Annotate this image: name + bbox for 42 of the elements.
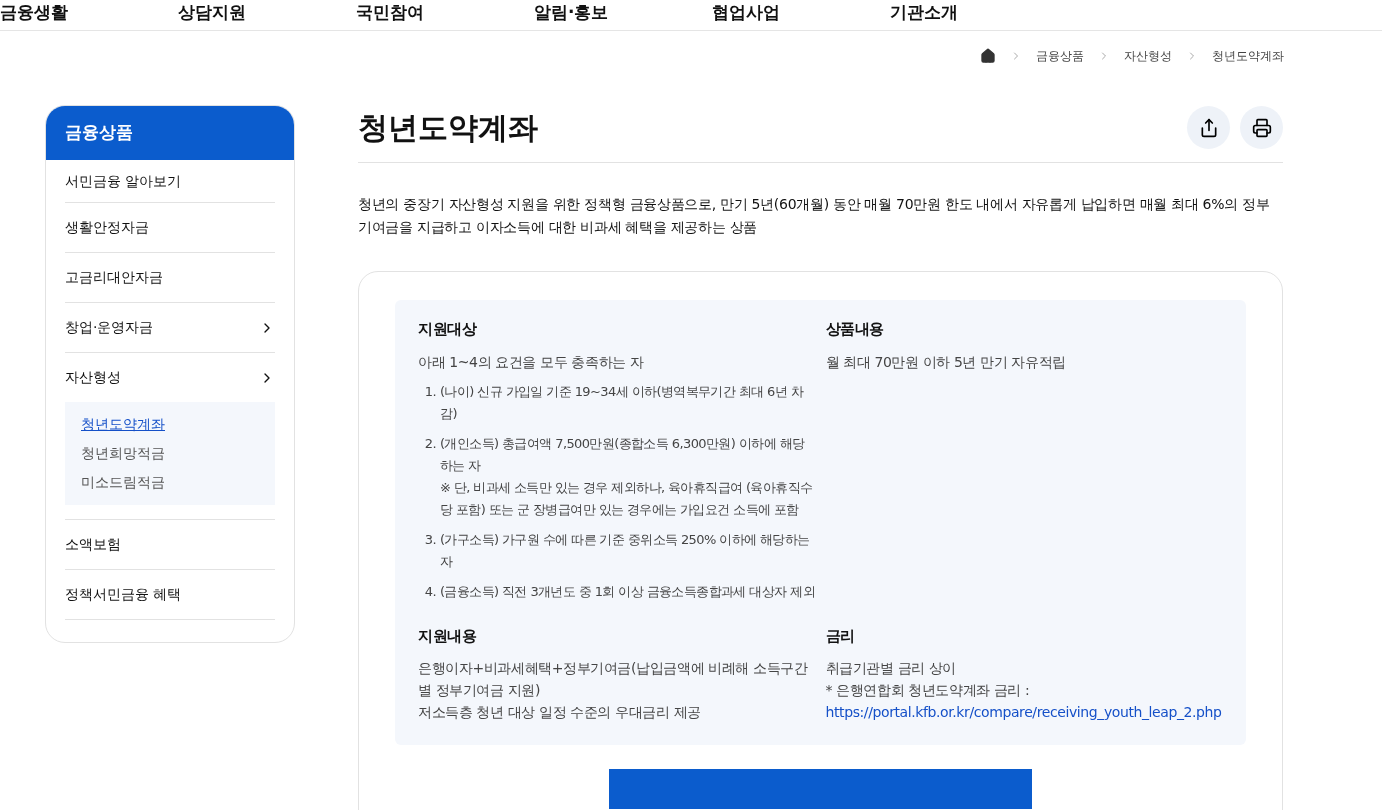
- list-text: (금융소득) 직전 3개년도 중 1회 이상 금융소득종합과세 대상자 제외: [440, 582, 815, 601]
- sidebar-item[interactable]: 정책서민금융 혜택: [65, 570, 275, 619]
- list-note: ※ 단, 비과세 소득만 있는 경우 제외하나, 육아휴직급여 (육아휴직수당 포함) 또는 군 장병급여만 있는 경우에는 가입요건 소득에 포함: [440, 478, 814, 519]
- list-text: (개인소득) 총급여액 7,500만원(종합소득 6,300만원) 이하에 해당하는 자: [440, 434, 806, 475]
- sidebar-item[interactable]: 창업·운영자금: [65, 303, 275, 352]
- section-heading: 상품내용: [825, 319, 885, 340]
- breadcrumb-link[interactable]: 금융상품: [1036, 47, 1084, 65]
- page-title: 청년도약계좌: [358, 109, 538, 147]
- nav-item[interactable]: 기관소개: [890, 1, 1068, 23]
- submenu-item[interactable]: 미소드림적금: [81, 468, 259, 497]
- section-text: * 은행연합회 청년도약계좌 금리 : https://portal.kfb.or.kr/compare/receiving_youth_leap_2.php: [825, 679, 1223, 723]
- sidebar-title: 금융상품: [46, 106, 294, 160]
- list-number: 4.: [423, 582, 436, 601]
- list-number: 1.: [423, 382, 436, 401]
- list-number: 3.: [423, 530, 436, 549]
- nav-item[interactable]: 알림·홍보: [534, 1, 712, 23]
- section-heading: 지원대상: [418, 319, 478, 340]
- nav-item[interactable]: 금융생활: [0, 1, 178, 23]
- section-text: 저소득층 청년 대상 일정 수준의 우대금리 제공: [418, 703, 702, 722]
- list-text: (나이) 신규 가입일 기준 19~34세 이하(병역복무기간 최대 6년 차감): [440, 382, 805, 423]
- rate-link[interactable]: https://portal.kfb.or.kr/compare/receiving_youth_leap_2.php: [825, 701, 1223, 723]
- section-heading: 금리: [825, 625, 856, 647]
- list-text: (가구소득) 가구원 수에 따른 기준 중위소득 250% 이하에 해당하는 자: [440, 530, 811, 571]
- nav-item[interactable]: 상담지원: [178, 1, 356, 23]
- sidebar-item[interactable]: 소액보험: [65, 520, 275, 569]
- breadcrumb-link[interactable]: 청년도약계좌: [1212, 47, 1284, 65]
- section-heading: 지원내용: [418, 625, 478, 647]
- section-text: 은행이자+비과세혜택+정부기여금(납입금액에 비례해 소득구간별 정부기여금 지원): [418, 659, 809, 700]
- sidebar-item[interactable]: 고금리대안자금: [65, 253, 275, 302]
- list-number: 2.: [423, 434, 436, 453]
- nav-item[interactable]: 협업사업: [712, 1, 890, 23]
- sidebar-item[interactable]: 서민금융 알아보기: [65, 160, 275, 202]
- sidebar-item[interactable]: 자산형성: [65, 353, 275, 402]
- breadcrumb-link[interactable]: 자산형성: [1124, 47, 1172, 65]
- submenu-item[interactable]: 청년희망적금: [81, 439, 259, 468]
- section-text: 아래 1~4의 요건을 모두 충족하는 자: [418, 352, 645, 372]
- section-text: 취급기관별 금리 상이: [825, 659, 957, 678]
- description-text: 청년의 중장기 자산형성 지원을 위한 정책형 금융상품으로, 만기 5년(60개월) 동안 매월 70만원 한도 내에서 자유롭게 납입하면 매월 최대 6%의 정부기여금을 지급하고 이자소득에 대한 비과세 혜택을 제공하는 상품: [358, 195, 1271, 237]
- submenu-item[interactable]: 청년도약계좌: [81, 410, 259, 439]
- sidebar-item[interactable]: 생활안정자금: [65, 203, 275, 252]
- section-text: 월 최대 70만원 이하 5년 만기 자유적립: [825, 352, 1067, 372]
- nav-item[interactable]: 국민참여: [356, 1, 534, 23]
